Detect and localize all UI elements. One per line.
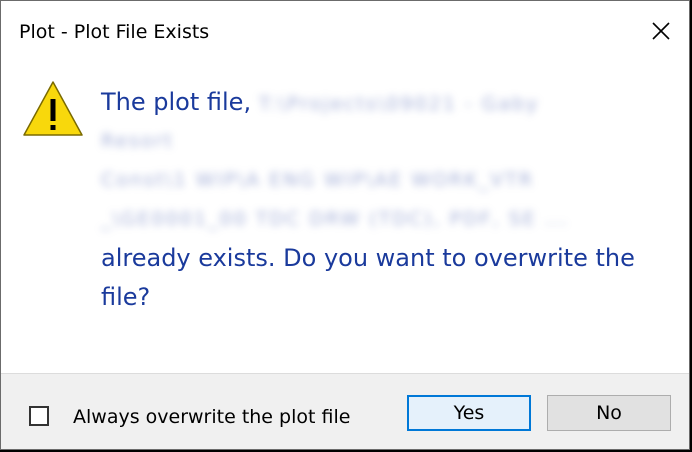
no-button[interactable]: No	[547, 395, 671, 431]
blurred-file-path-part-3: Const\1 WIP\A ENG WIP\AE WORK_VTR	[101, 169, 535, 191]
warning-icon	[23, 81, 83, 136]
message-line-1: The plot file, T:\Projects\09021 - Gaby	[101, 83, 681, 122]
dialog-footer: Always overwrite the plot file Yes No	[1, 373, 689, 449]
close-icon	[652, 22, 670, 40]
message-question: already exists. Do you want to overwrite…	[101, 244, 635, 272]
yes-button[interactable]: Yes	[407, 395, 531, 431]
always-overwrite-label[interactable]: Always overwrite the plot file	[73, 405, 350, 429]
message-text: The plot file, T:\Projects\09021 - Gaby …	[101, 83, 681, 317]
blurred-file-path-part-4: _\GE0001_00 TDC DRW (TDC), PDF, SE ...	[101, 208, 569, 230]
blurred-file-path-part-2: Resort	[101, 130, 174, 152]
dialog-content: The plot file, T:\Projects\09021 - Gaby …	[1, 61, 689, 373]
dialog-title: Plot - Plot File Exists	[19, 21, 210, 43]
title-bar[interactable]: Plot - Plot File Exists	[1, 1, 689, 61]
plot-file-exists-dialog: Plot - Plot File Exists The plot file, T…	[0, 0, 690, 450]
always-overwrite-checkbox[interactable]	[29, 406, 49, 426]
close-button[interactable]	[637, 7, 685, 55]
message-intro: The plot file,	[101, 88, 252, 116]
message-question-end: file?	[101, 283, 151, 311]
blurred-file-path-part-1: T:\Projects\09021 - Gaby	[258, 93, 540, 115]
